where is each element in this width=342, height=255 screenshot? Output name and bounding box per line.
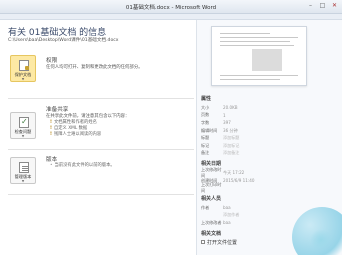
permissions-title: 权限 — [46, 58, 58, 64]
protect-document-button[interactable]: 保护文档 ▼ — [10, 55, 36, 82]
property-row: 页数 1 — [201, 112, 341, 120]
property-value: 36 分钟 — [223, 127, 238, 133]
property-row: 上次修改时间 今天 17:22 — [201, 167, 341, 178]
property-value: 2015/6/9 11:40 — [223, 178, 255, 184]
thumbnail-line — [220, 41, 290, 42]
close-icon[interactable]: ✕ — [330, 2, 339, 10]
property-value: 今天 17:22 — [223, 169, 245, 175]
author-name: baa — [223, 205, 231, 211]
property-key: 上次修改者 — [201, 219, 222, 225]
property-value: 20.0KB — [223, 105, 238, 111]
list-item: 残障人士难以阅读的内容 — [50, 132, 101, 138]
divider — [8, 149, 194, 150]
title-bar: 01基础文档.docx - Microsoft Word – □ ✕ — [0, 0, 342, 14]
people-header: 相关人员 — [201, 195, 222, 202]
versions-section: 管理版本 ▼ 版本 当前没有此文件的以前的版本。 — [8, 154, 194, 188]
properties-pane: 属性 大小 20.0KB 页数 1 字数 397 编辑时间 36 分钟 标题 添… — [196, 20, 342, 255]
chevron-down-icon: ▼ — [21, 179, 25, 183]
manage-versions-button[interactable]: 管理版本 ▼ — [10, 157, 36, 184]
title-field[interactable]: 添加标题 — [223, 135, 239, 141]
thumbnail-line — [220, 37, 298, 38]
last-modified-by: baa — [223, 220, 231, 226]
chevron-down-icon: ▼ — [21, 134, 25, 138]
prepare-sharing-title: 准备共享 — [46, 107, 69, 113]
folder-icon — [201, 240, 205, 245]
thumbnail-line — [220, 33, 270, 34]
property-key: 大小 — [201, 104, 210, 110]
property-row: 上次打印时间 — [201, 182, 341, 194]
comments-field[interactable]: 添加备注 — [223, 150, 239, 156]
property-value: 397 — [223, 120, 231, 126]
property-key: 上次打印时间 — [201, 182, 222, 194]
list-item: 当前没有此文件的以前的版本。 — [50, 163, 115, 169]
lock-icon — [19, 60, 29, 71]
prepare-sharing-section: 检查问题 ▼ 准备共享 在共享此文件前，请注意其包含以下内容： 文档属性和作者的… — [8, 104, 194, 144]
window-title: 01基础文档.docx - Microsoft Word — [125, 5, 217, 11]
sharing-issues-list: 文档属性和作者的姓名 自定义 XML 数据 残障人士难以阅读的内容 — [50, 120, 101, 138]
property-row: 大小 20.0KB — [201, 104, 341, 112]
thumbnail-image — [252, 49, 282, 71]
property-key: 备注 — [201, 150, 210, 156]
thumbnail-line — [220, 75, 298, 76]
property-key: 作者 — [201, 204, 210, 210]
versions-title: 版本 — [46, 157, 58, 163]
inspect-icon — [19, 117, 29, 128]
document-icon — [19, 162, 29, 173]
chevron-down-icon: ▼ — [21, 77, 25, 81]
divider — [8, 98, 194, 99]
thumbnail-line — [220, 45, 294, 46]
maximize-icon[interactable]: □ — [318, 2, 327, 10]
property-key: 标记 — [201, 142, 210, 148]
property-key: 编辑时间 — [201, 127, 218, 133]
window-controls: – □ ✕ — [306, 2, 339, 10]
open-file-location-label: 打开文件位置 — [207, 239, 238, 246]
property-row: 标题 添加标题 — [201, 134, 341, 142]
thumbnail-line — [220, 79, 280, 80]
property-row: 备注 添加备注 — [201, 150, 341, 158]
property-row: 标记 添加标记 — [201, 142, 341, 150]
property-value: 1 — [223, 112, 226, 118]
property-key: 页数 — [201, 112, 210, 118]
property-key: 标题 — [201, 135, 210, 141]
file-path: C:\Users\baa\Desktop\Word课件\01基础文档.docx — [8, 38, 119, 43]
versions-list: 当前没有此文件的以前的版本。 — [50, 163, 115, 169]
tags-field[interactable]: 添加标记 — [223, 143, 239, 149]
divider — [8, 194, 194, 195]
property-row: 字数 397 — [201, 119, 341, 127]
minimize-icon[interactable]: – — [306, 2, 315, 10]
permissions-section: 保护文档 ▼ 权限 任何人均可打开、复制和更改此文档的任何部分。 — [8, 55, 194, 87]
check-issues-button[interactable]: 检查问题 ▼ — [10, 112, 36, 139]
permissions-description: 任何人均可打开、复制和更改此文档的任何部分。 — [46, 65, 143, 70]
document-thumbnail — [211, 26, 307, 86]
prepare-sharing-description: 在共享此文件前，请注意其包含以下内容： — [46, 114, 130, 119]
properties-header[interactable]: 属性 — [201, 95, 341, 102]
property-row: 编辑时间 36 分钟 — [201, 127, 341, 135]
decorative-swirl — [310, 229, 332, 251]
property-key: 字数 — [201, 119, 210, 125]
add-author-field[interactable]: 添加作者 — [223, 212, 239, 218]
